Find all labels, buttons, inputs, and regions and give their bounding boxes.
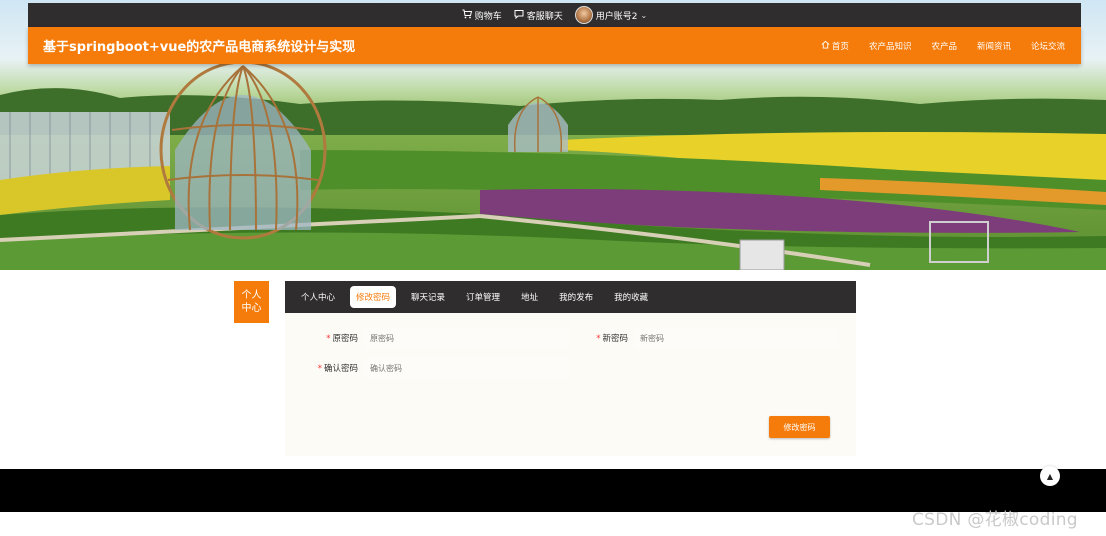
page: 购物车 客服聊天 用户账号2 ⌄ 基于springboot+vue的农产品电商系… [0,0,1106,536]
cart-label: 购物车 [474,11,502,22]
chat-label: 客服聊天 [526,11,563,22]
nav-label: 农产品知识 [868,41,912,52]
new-password-label: * 新密码 [596,334,628,344]
chat-icon [514,9,524,22]
change-password-form: *原密码 *新密码 *确认密码 修改密码 [285,313,856,456]
new-password-input[interactable] [634,327,839,349]
nav-item-home[interactable]: 首页 [821,40,849,52]
confirm-password-label: * 确认密码 [317,364,358,374]
site-title: 基于springboot+vue的农产品电商系统设计与实现 [43,40,356,55]
nav-item-products[interactable]: 农产品 [931,40,957,52]
nav-label: 农产品 [931,41,957,52]
old-password-row: * 原密码 [305,327,569,349]
arrow-up-icon: ▲ [1046,471,1054,481]
tab-favorites[interactable]: 我的收藏 [608,286,654,308]
change-password-button[interactable]: 修改密码 [769,416,830,438]
top-bar: 购物车 客服聊天 用户账号2 ⌄ [28,3,1081,27]
main-nav: 首页 农产品知识 农产品 新闻资讯 论坛交流 [821,40,1065,52]
new-password-row: * 新密码 [575,327,839,349]
required-marker: * [317,364,322,374]
avatar [574,6,593,24]
back-to-top-button[interactable]: ▲ [1040,466,1060,486]
old-password-label: * 原密码 [326,334,358,344]
nav-item-news[interactable]: 新闻资讯 [977,40,1011,52]
nav-label: 论坛交流 [1030,41,1065,52]
chat-link[interactable]: 客服聊天 [514,9,563,22]
tab-chat-history[interactable]: 聊天记录 [405,286,451,308]
home-icon [821,40,830,52]
required-marker: * [326,334,331,344]
personal-center-label: 个人中心 [234,281,269,323]
chevron-down-icon: ⌄ [640,10,648,20]
tab-address[interactable]: 地址 [515,286,544,308]
user-menu[interactable]: 用户账号2 ⌄ [574,6,648,24]
site-header: 基于springboot+vue的农产品电商系统设计与实现 首页 农产品知识 农… [28,27,1081,64]
required-marker: * [596,334,601,344]
confirm-password-input[interactable] [364,357,569,379]
old-password-input[interactable] [364,327,569,349]
tab-profile[interactable]: 个人中心 [295,286,341,308]
nav-item-knowledge[interactable]: 农产品知识 [869,40,912,52]
tab-my-posts[interactable]: 我的发布 [553,286,599,308]
tab-orders[interactable]: 订单管理 [460,286,506,308]
csdn-watermark: CSDN @花椒coding [912,510,1078,530]
cart-link[interactable]: 购物车 [462,9,502,22]
cart-icon [462,9,472,22]
nav-label: 首页 [831,41,849,52]
user-label: 用户账号2 [595,11,638,22]
tab-change-password[interactable]: 修改密码 [350,286,397,308]
nav-item-forum[interactable]: 论坛交流 [1031,40,1065,52]
confirm-password-row: * 确认密码 [305,357,569,379]
center-tabs: 个人中心 修改密码 聊天记录 订单管理 地址 我的发布 我的收藏 [285,281,856,313]
nav-label: 新闻资讯 [976,41,1011,52]
